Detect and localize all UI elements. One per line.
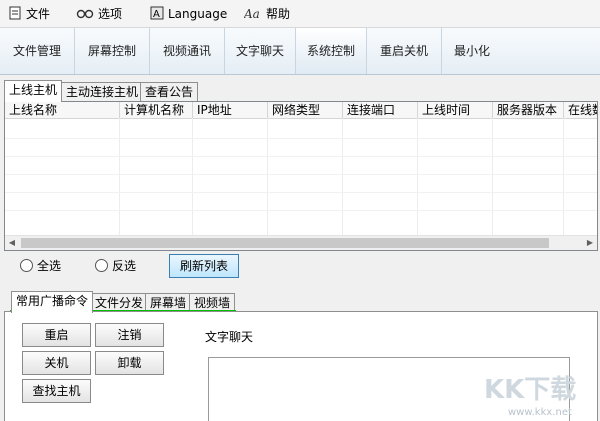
scroll-right-icon[interactable]: ▶: [583, 236, 597, 250]
logout-button[interactable]: 注销: [95, 323, 164, 347]
grid-line: [563, 118, 564, 236]
tab-broadcast-commands[interactable]: 常用广播命令: [11, 291, 94, 313]
grid-line: [5, 174, 597, 175]
grid-line: [119, 118, 120, 236]
uninstall-button[interactable]: 卸载: [95, 351, 164, 375]
grid-line: [5, 138, 597, 139]
toolbar: 文件管理 屏幕控制 视频通讯 文字聊天 系统控制 重启关机 最小化: [0, 28, 600, 75]
column-header-network[interactable]: 网络类型: [268, 102, 343, 118]
menu-bar: 文件 选项 A Language Aa 帮助: [0, 0, 600, 28]
column-header-computer[interactable]: 计算机名称: [120, 102, 193, 118]
system-control-button[interactable]: 系统控制: [296, 28, 367, 74]
scroll-left-icon[interactable]: ◀: [5, 236, 19, 250]
column-header-port[interactable]: 连接端口: [343, 102, 418, 118]
watermark-brand-text: KK下载: [484, 375, 576, 405]
watermark-logo: KK下载 www.kkx.net: [484, 375, 576, 418]
restart-shutdown-button[interactable]: 重启关机: [367, 28, 442, 74]
help-icon: Aa: [244, 7, 260, 20]
svg-text:Aa: Aa: [244, 7, 260, 20]
grid-line: [492, 118, 493, 236]
menu-help[interactable]: Aa 帮助: [244, 4, 290, 24]
tab-active-connect[interactable]: 主动连接主机: [61, 82, 144, 101]
grid-line: [417, 118, 418, 236]
video-chat-button[interactable]: 视频通讯: [150, 28, 225, 74]
file-manager-button[interactable]: 文件管理: [0, 28, 75, 74]
grid-line: [342, 118, 343, 236]
grid-line: [267, 118, 268, 236]
refresh-list-button[interactable]: 刷新列表: [169, 254, 239, 278]
scrollbar-thumb[interactable]: [21, 238, 549, 248]
invert-selection-label: 反选: [112, 259, 137, 273]
menu-file-label: 文件: [26, 7, 51, 21]
glasses-icon: [76, 9, 94, 19]
grid-line: [5, 156, 597, 157]
file-icon: [9, 6, 21, 20]
tab-online-hosts[interactable]: 上线主机: [4, 80, 63, 102]
column-header-ip[interactable]: IP地址: [193, 102, 268, 118]
find-host-button[interactable]: 查找主机: [22, 379, 91, 403]
table-header: 上线名称 计算机名称 IP地址 网络类型 连接端口 上线时间 服务器版本 在线数: [5, 102, 597, 119]
text-chat-label: 文字聊天: [205, 330, 254, 344]
radio-circle-icon: [95, 259, 108, 272]
horizontal-scrollbar[interactable]: ◀ ▶: [5, 235, 597, 250]
language-icon: A: [150, 6, 164, 20]
tab-announcement[interactable]: 查看公告: [140, 82, 199, 101]
menu-help-label: 帮助: [266, 7, 291, 21]
shutdown-button[interactable]: 关机: [22, 351, 91, 375]
column-header-time[interactable]: 上线时间: [418, 102, 493, 118]
minimize-button[interactable]: 最小化: [442, 28, 502, 74]
radio-circle-icon: [20, 259, 33, 272]
select-all-label: 全选: [37, 259, 62, 273]
restart-button[interactable]: 重启: [22, 323, 91, 347]
select-all-radio[interactable]: 全选: [20, 258, 61, 274]
menu-language-label: Language: [168, 7, 228, 21]
menu-options[interactable]: 选项: [76, 4, 122, 24]
grid-line: [5, 192, 597, 193]
menu-language[interactable]: A Language: [150, 4, 227, 24]
column-header-version[interactable]: 服务器版本: [493, 102, 564, 118]
menu-file[interactable]: 文件: [8, 4, 50, 24]
text-chat-button[interactable]: 文字聊天: [225, 28, 296, 74]
grid-line: [5, 210, 597, 211]
host-table[interactable]: 上线名称 计算机名称 IP地址 网络类型 连接端口 上线时间 服务器版本 在线数…: [4, 101, 598, 251]
screen-control-button[interactable]: 屏幕控制: [75, 28, 150, 74]
menu-options-label: 选项: [98, 7, 123, 21]
watermark-url-text: www.kkx.net: [508, 407, 572, 418]
svg-text:A: A: [153, 9, 160, 20]
column-header-online[interactable]: 在线数: [564, 102, 597, 118]
column-header-name[interactable]: 上线名称: [5, 102, 120, 118]
grid-line: [192, 118, 193, 236]
invert-selection-radio[interactable]: 反选: [95, 258, 136, 274]
